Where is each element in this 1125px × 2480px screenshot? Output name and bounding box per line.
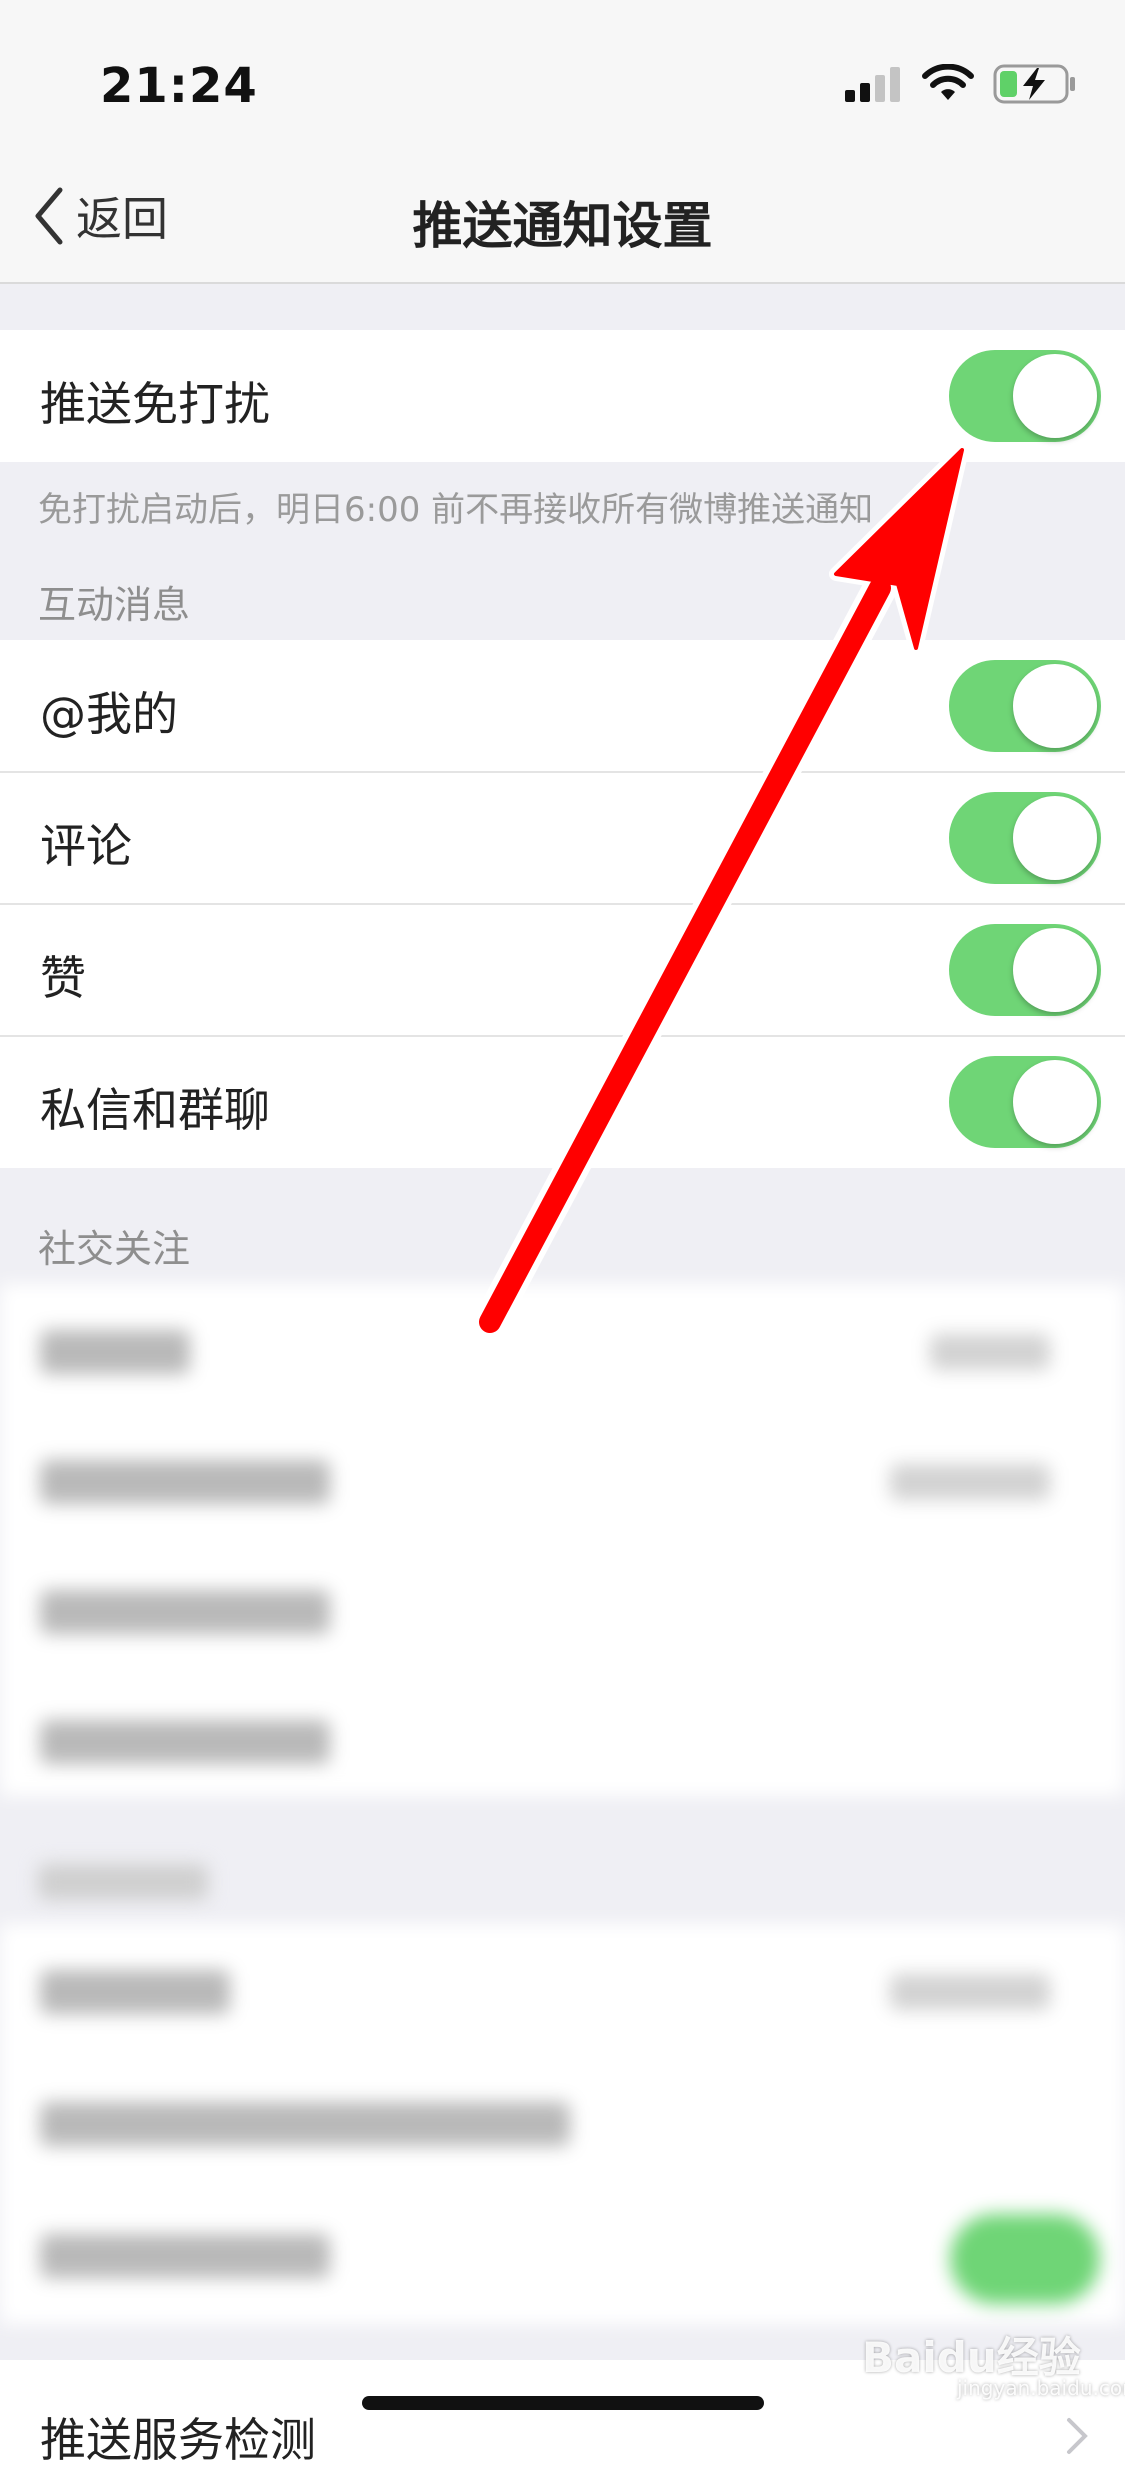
interaction-label: 赞 xyxy=(40,951,86,1005)
obscured-row-label xyxy=(40,1460,330,1504)
obscured-row-label xyxy=(40,2102,570,2146)
home-indicator[interactable] xyxy=(362,2396,764,2410)
likes-toggle[interactable] xyxy=(949,924,1101,1016)
section-header-interaction: 互动消息 xyxy=(38,583,191,627)
interaction-row-messages[interactable]: 私信和群聊 xyxy=(0,1037,1125,1168)
status-icons xyxy=(843,64,1077,104)
chevron-right-icon xyxy=(1067,2418,1088,2454)
watermark-site: jingyan.baidu.com xyxy=(957,2376,1125,2400)
mentions-toggle[interactable] xyxy=(949,660,1101,752)
battery-charging-icon xyxy=(993,64,1075,104)
obscured-row-label xyxy=(40,1720,330,1764)
obscured-row-value xyxy=(890,1464,1050,1500)
interaction-label: 评论 xyxy=(40,819,132,873)
messages-toggle[interactable] xyxy=(949,1056,1101,1148)
interaction-label: 私信和群聊 xyxy=(40,1083,270,1137)
blurred-section-header xyxy=(38,1864,208,1900)
toggle-knob xyxy=(1013,928,1097,1012)
obscured-row-label xyxy=(40,1970,230,2014)
watermark-brand: Baidu经验 xyxy=(862,2333,1081,2382)
toggle-knob xyxy=(1013,796,1097,880)
interaction-label: @我的 xyxy=(40,687,178,741)
push-service-check-label: 推送服务检测 xyxy=(40,2413,316,2467)
status-bar: 21:24 xyxy=(0,0,1125,150)
blurred-settings-group xyxy=(0,1284,1125,1796)
status-time: 21:24 xyxy=(100,58,258,114)
dnd-note: 免打扰启动后，明日6:00 前不再接收所有微博推送通知 xyxy=(38,490,874,530)
obscured-row-label xyxy=(40,2234,330,2278)
baidu-watermark: Baidu经验 jingyan.baidu.com xyxy=(862,2324,1125,2400)
page-title: 推送通知设置 xyxy=(412,197,713,255)
navigation-bar: 返回 推送通知设置 xyxy=(0,150,1125,284)
interaction-row-comments[interactable]: 评论 xyxy=(0,773,1125,903)
wifi-icon xyxy=(922,64,974,100)
blurred-settings-group xyxy=(0,1924,1125,2324)
cellular-signal-icon xyxy=(845,67,900,102)
toggle-knob xyxy=(1013,1060,1097,1144)
comments-toggle[interactable] xyxy=(949,792,1101,884)
obscured-row-label xyxy=(40,1330,190,1374)
dnd-toggle[interactable] xyxy=(949,350,1101,442)
obscured-row-value xyxy=(890,1974,1050,2010)
dnd-row[interactable]: 推送免打扰 xyxy=(0,330,1125,462)
interaction-row-likes[interactable]: 赞 xyxy=(0,905,1125,1035)
obscured-toggle xyxy=(950,2214,1100,2304)
toggle-knob xyxy=(1013,664,1097,748)
toggle-knob xyxy=(1013,354,1097,438)
obscured-row-value xyxy=(930,1334,1050,1370)
section-header-social: 社交关注 xyxy=(38,1227,191,1271)
interaction-row-mentions[interactable]: @我的 xyxy=(0,640,1125,772)
dnd-label: 推送免打扰 xyxy=(40,377,270,431)
obscured-row-label xyxy=(40,1590,330,1634)
